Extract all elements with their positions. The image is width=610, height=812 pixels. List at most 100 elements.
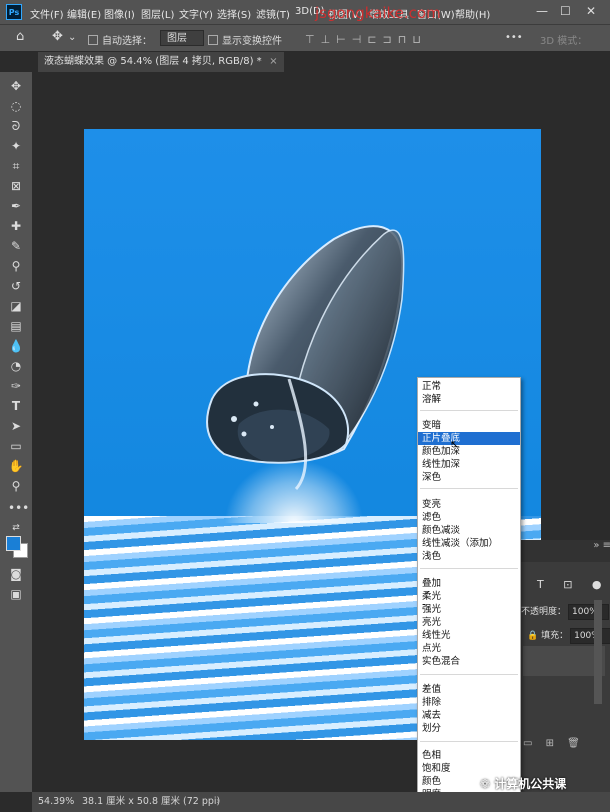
align-icons[interactable]: ⊤⊥⊢⊣⊏⊐⊓⊔ [305,33,427,46]
photoshop-logo: Ps [6,4,22,20]
blend-mode-option[interactable]: 溶解 [418,393,520,406]
blend-mode-option[interactable]: 减去 [418,709,520,722]
quick-mask-icon[interactable]: ◙ [8,566,24,582]
menu-divider [420,568,518,569]
blend-mode-option[interactable]: 柔光 [418,590,520,603]
type-tool-icon[interactable]: T [8,398,24,414]
opacity-input[interactable]: 100% [568,604,609,620]
menu-divider [420,674,518,675]
blend-mode-option[interactable]: 颜色加深 [418,445,520,458]
blend-mode-option[interactable]: 实色混合 [418,655,520,668]
3d-mode-label: 3D 模式： [540,36,588,47]
blend-mode-option[interactable]: 变亮 [418,498,520,511]
panel-collapse-icon[interactable]: » ≡ [593,540,610,551]
zoom-tool-icon[interactable]: ⚲ [8,478,24,494]
frame-tool-icon[interactable]: ⊠ [8,178,24,194]
tools-panel: ✥ ◌ ᘐ ✦ ⌗ ⊠ ✒ ✚ ✎ ⚲ ↺ ◪ ▤ 💧 ◔ ✑ T ➤ ▭ ✋ … [0,72,32,792]
blend-mode-option[interactable]: 深色 [418,471,520,484]
foreground-color-swatch[interactable] [6,536,21,551]
path-selection-tool-icon[interactable]: ➤ [8,418,24,434]
layer-row[interactable] [523,646,605,676]
document-title: 液态蝴蝶效果 @ 54.4% (图层 4 拷贝, RGB/8) * [44,56,262,67]
fill-input[interactable]: 100% [570,628,610,644]
more-icon[interactable]: ••• [505,32,523,43]
healing-brush-tool-icon[interactable]: ✚ [8,218,24,234]
move-tool-icon[interactable]: ✥ [8,78,24,94]
checkbox-icon [208,35,218,45]
dodge-tool-icon[interactable]: ◔ [8,358,24,374]
panel-scrollbar[interactable] [594,600,602,704]
pen-tool-icon[interactable]: ✑ [8,378,24,394]
mouse-cursor-icon: ↖ [450,438,460,451]
menu-layer[interactable]: 图层(L) [141,6,174,21]
show-transform-checkbox[interactable]: 显示变换控件 [208,32,282,47]
menu-edit[interactable]: 编辑(E) [67,6,101,21]
blend-mode-option[interactable]: 划分 [418,722,520,735]
maximize-icon[interactable]: ☐ [560,4,571,18]
blend-mode-option[interactable]: 排除 [418,696,520,709]
eraser-tool-icon[interactable]: ◪ [8,298,24,314]
layer-actions-icons[interactable]: ▭ ⊞ 🗑 [523,738,585,749]
blur-tool-icon[interactable]: 💧 [8,338,24,354]
document-size: 38.1 厘米 x 50.8 厘米 (72 ppi) [82,796,221,807]
rectangle-tool-icon[interactable]: ▭ [8,438,24,454]
magic-wand-tool-icon[interactable]: ✦ [8,138,24,154]
auto-select-checkbox[interactable]: 自动选择： [88,32,152,47]
home-icon[interactable]: ⌂ [16,29,24,44]
blend-mode-option-selected[interactable]: 正片叠底 [418,432,520,445]
options-bar: ⌂ ✥ ⌄ 自动选择： 图层 显示变换控件 ⊤⊥⊢⊣⊏⊐⊓⊔ ••• 3D 模式… [0,24,610,52]
layer-filter-icons[interactable]: T ⊡ ● [537,578,610,591]
menu-filter[interactable]: 滤镜(T) [256,6,290,21]
close-tab-icon[interactable]: × [269,52,277,72]
blend-mode-option[interactable]: 亮光 [418,616,520,629]
blend-mode-option[interactable]: 强光 [418,603,520,616]
marquee-tool-icon[interactable]: ◌ [8,98,24,114]
eyedropper-tool-icon[interactable]: ✒ [8,198,24,214]
lasso-tool-icon[interactable]: ᘐ [8,118,24,134]
more-tools-icon[interactable]: ••• [8,500,29,516]
crop-tool-icon[interactable]: ⌗ [8,158,24,174]
history-brush-tool-icon[interactable]: ↺ [8,278,24,294]
blend-mode-option[interactable]: 差值 [418,683,520,696]
menu-image[interactable]: 图像(I) [104,6,135,21]
close-window-icon[interactable]: ✕ [586,4,596,18]
show-transform-label: 显示变换控件 [222,36,282,47]
swap-colors-icon[interactable]: ⇄ [8,520,24,536]
lock-icon[interactable]: 🔒 [527,631,541,641]
zoom-level[interactable]: 54.39% [38,792,74,812]
status-menu-icon[interactable]: › [216,792,220,812]
blend-mode-option[interactable]: 色相 [418,749,520,762]
hand-tool-icon[interactable]: ✋ [8,458,24,474]
blend-mode-option[interactable]: 颜色减淡 [418,524,520,537]
blend-mode-option[interactable]: 叠加 [418,577,520,590]
blend-mode-option[interactable]: 点光 [418,642,520,655]
brush-tool-icon[interactable]: ✎ [8,238,24,254]
move-icon[interactable]: ✥ [52,29,63,44]
blend-mode-menu: 正常 溶解 变暗 正片叠底 颜色加深 线性加深 深色 变亮 滤色 颜色减淡 线性… [417,377,521,801]
gradient-tool-icon[interactable]: ▤ [8,318,24,334]
chevron-down-icon[interactable]: ⌄ [68,32,76,43]
blend-mode-option[interactable]: 线性减淡（添加） [418,537,520,550]
blend-mode-option[interactable]: 变暗 [418,419,520,432]
menu-divider [420,410,518,411]
menu-type[interactable]: 文字(Y) [179,6,213,21]
screen-mode-icon[interactable]: ▣ [8,586,24,602]
blend-mode-option[interactable]: 正常 [418,380,520,393]
blend-mode-option[interactable]: 浅色 [418,550,520,563]
blend-mode-option[interactable]: 线性加深 [418,458,520,471]
auto-select-dropdown[interactable]: 图层 [160,30,204,46]
wechat-icon: ❁ [480,777,495,791]
blend-mode-option[interactable]: 饱和度 [418,762,520,775]
menu-select[interactable]: 选择(S) [217,6,251,21]
menu-bar: Ps 文件(F) 编辑(E) 图像(I) 图层(L) 文字(Y) 选择(S) 滤… [0,0,610,24]
panel-header: » ≡ [517,540,610,562]
document-tab[interactable]: 液态蝴蝶效果 @ 54.4% (图层 4 拷贝, RGB/8) * × [38,52,284,72]
menu-help[interactable]: 帮助(H) [455,6,490,21]
checkbox-icon [88,35,98,45]
stamp-tool-icon[interactable]: ⚲ [8,258,24,274]
credit-watermark: ❁ 计算机公共课 [480,775,566,792]
blend-mode-option[interactable]: 线性光 [418,629,520,642]
blend-mode-option[interactable]: 滤色 [418,511,520,524]
menu-file[interactable]: 文件(F) [30,6,64,21]
minimize-icon[interactable]: — [536,4,548,18]
